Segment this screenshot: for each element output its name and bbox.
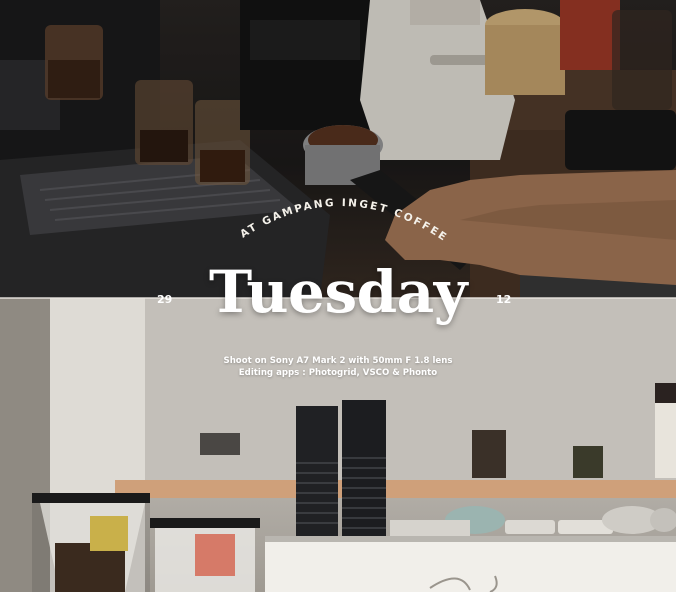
day-title: Tuesday	[209, 258, 467, 326]
caption-line-apps: Editing apps : Photogrid, VSCO & Phonto	[238, 368, 438, 378]
venue-arc-label: AT GAMPANG INGET COFFEE	[238, 197, 450, 244]
camera-caption: Shoot on Sony A7 Mark 2 with 50mm F 1.8 …	[0, 355, 676, 379]
caption-line-camera: Shoot on Sony A7 Mark 2 with 50mm F 1.8 …	[223, 356, 453, 366]
venue-arc-text: AT GAMPANG INGET COFFEE	[238, 197, 450, 244]
number-right: 12	[496, 293, 512, 306]
bottom-photo	[0, 298, 676, 592]
collage: AT GAMPANG INGET COFFEE 29 Tuesday 12 Sh…	[0, 0, 676, 592]
bottom-photo-illustration	[0, 298, 676, 592]
